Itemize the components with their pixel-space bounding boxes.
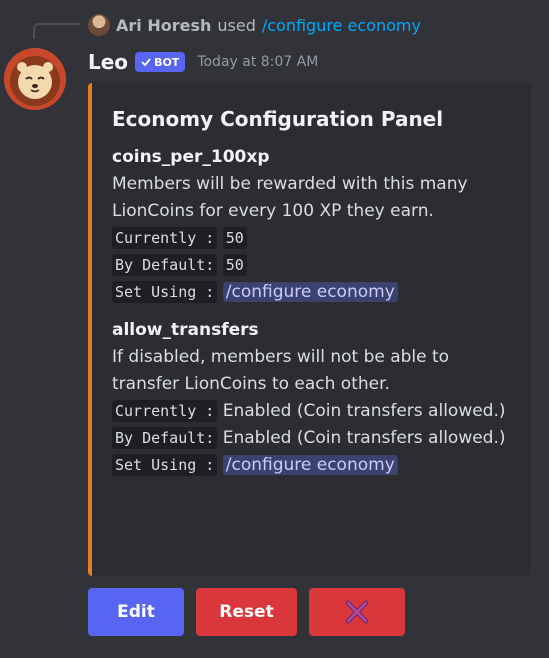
reply-avatar[interactable]	[88, 14, 110, 36]
bot-badge: BOT	[135, 52, 186, 72]
currently-row: Currently : Enabled (Coin transfers allo…	[112, 398, 511, 425]
field-description: Members will be rewarded with this many …	[112, 174, 468, 221]
field-name: allow_transfers	[112, 320, 259, 340]
reply-connector	[33, 23, 81, 39]
default-label: By Default:	[112, 427, 218, 449]
set-using-command-mention[interactable]: /configure economy	[222, 455, 398, 475]
checkmark-icon	[141, 58, 151, 67]
avatar[interactable]	[4, 48, 66, 110]
reply-command-link[interactable]: /configure economy	[262, 16, 421, 35]
embed-panel: Economy Configuration Panel coins_per_10…	[88, 83, 531, 576]
default-row: By Default: Enabled (Coin transfers allo…	[112, 425, 511, 452]
currently-label: Currently :	[112, 227, 218, 249]
message-header: Leo BOT Today at 8:07 AM	[88, 48, 318, 76]
set-using-label: Set Using :	[112, 454, 218, 476]
close-button[interactable]	[309, 588, 405, 636]
default-row: By Default: 50	[112, 252, 511, 279]
reply-used-text: used	[217, 15, 256, 35]
cross-swords-icon	[345, 600, 369, 624]
currently-row: Currently : 50	[112, 225, 511, 252]
field-name: coins_per_100xp	[112, 147, 270, 167]
currently-label: Currently :	[112, 400, 218, 422]
currently-value: 50	[222, 227, 247, 249]
set-using-command-mention[interactable]: /configure economy	[222, 282, 398, 302]
action-buttons: Edit Reset	[88, 588, 405, 636]
reset-button[interactable]: Reset	[196, 588, 297, 636]
default-label: By Default:	[112, 254, 218, 276]
reply-username[interactable]: Ari Horesh	[116, 16, 211, 35]
currently-value: Enabled (Coin transfers allowed.)	[222, 401, 506, 421]
embed-field-coins-per-100xp: coins_per_100xp Members will be rewarded…	[112, 147, 511, 306]
bot-badge-label: BOT	[154, 55, 180, 69]
set-using-row: Set Using : /configure economy	[112, 279, 511, 306]
lion-avatar-icon	[4, 48, 66, 110]
message-timestamp[interactable]: Today at 8:07 AM	[197, 54, 318, 70]
reply-context[interactable]: Ari Horesh used /configure economy	[88, 14, 421, 36]
default-value: Enabled (Coin transfers allowed.)	[222, 428, 506, 448]
embed-field-allow-transfers: allow_transfers If disabled, members wil…	[112, 320, 511, 479]
field-description: If disabled, members will not be able to…	[112, 347, 450, 394]
edit-button[interactable]: Edit	[88, 588, 184, 636]
default-value: 50	[222, 254, 247, 276]
set-using-label: Set Using :	[112, 281, 218, 303]
set-using-row: Set Using : /configure economy	[112, 452, 511, 479]
bot-username[interactable]: Leo	[88, 50, 128, 74]
embed-title: Economy Configuration Panel	[112, 107, 444, 131]
